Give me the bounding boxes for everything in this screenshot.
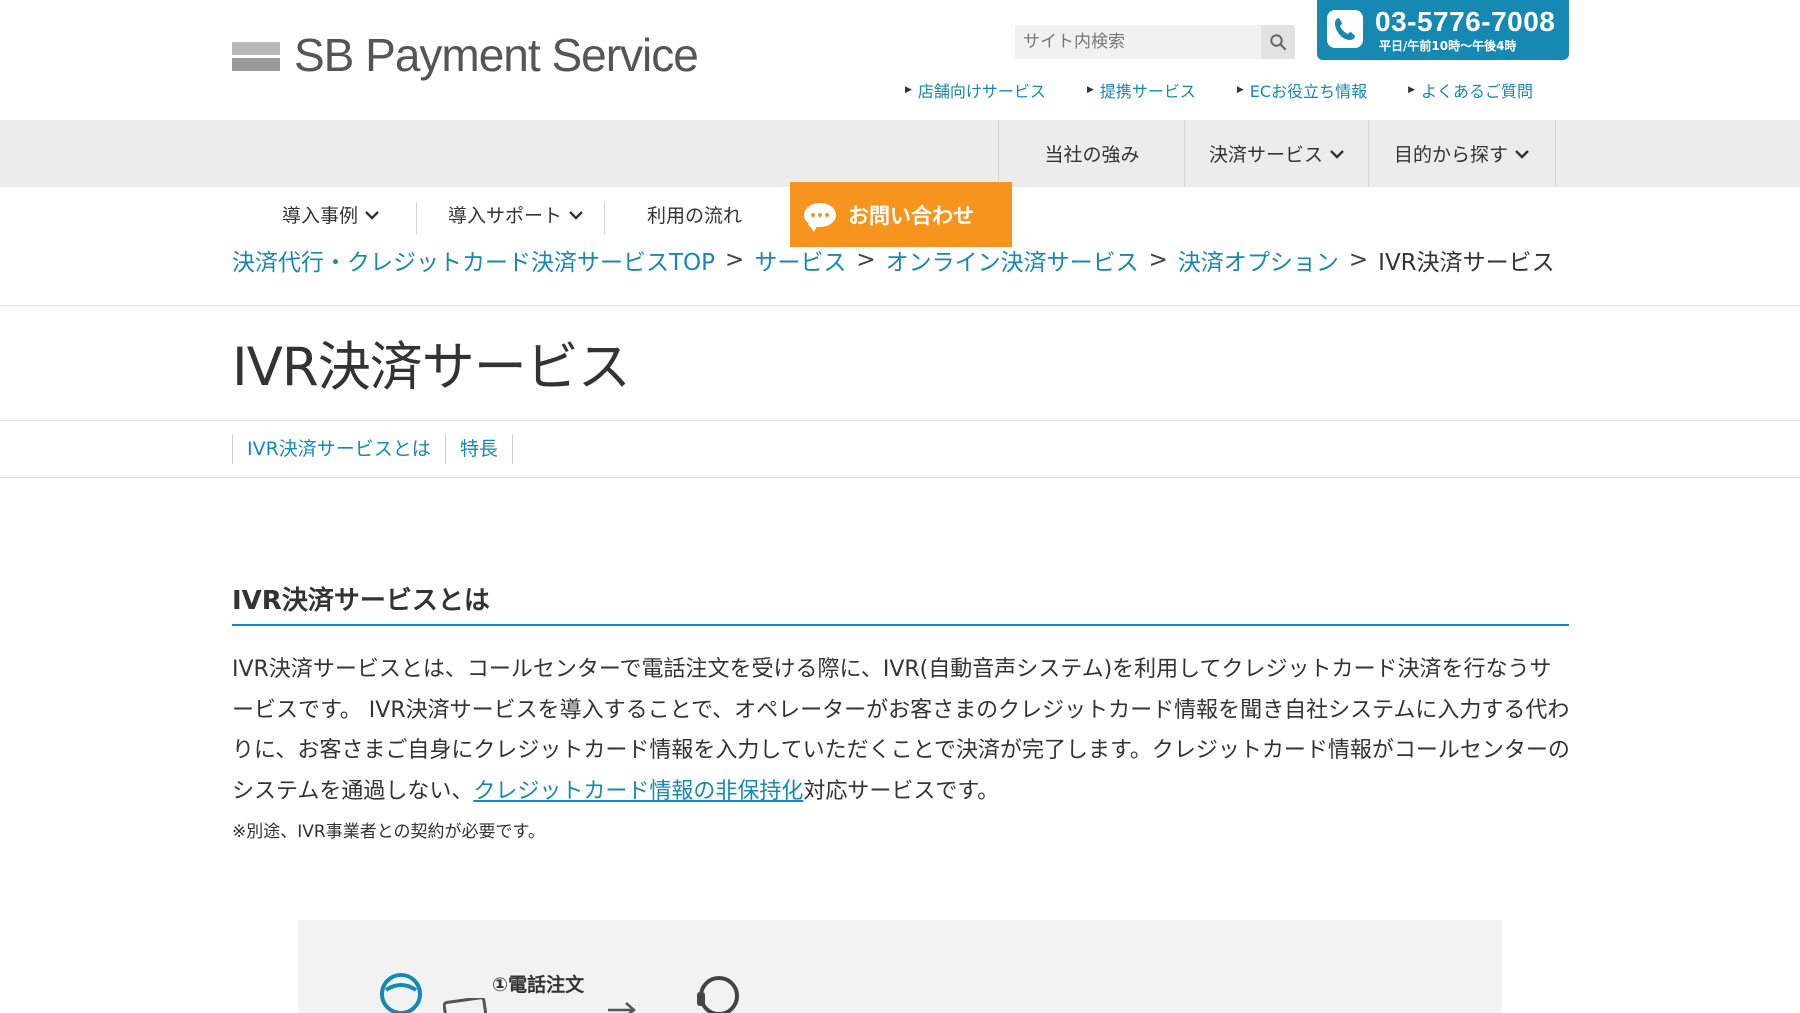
breadcrumb-link-online-payment[interactable]: オンライン決済サービス	[886, 243, 1139, 277]
breadcrumb-current: IVR決済サービス	[1378, 250, 1555, 276]
breadcrumb-separator: >	[1148, 247, 1168, 273]
chevron-down-icon	[569, 210, 583, 220]
sublink-partner-services[interactable]: ▶ 提携サービス	[1087, 78, 1196, 102]
page-title: IVR決済サービス	[232, 337, 631, 398]
nav-usage-flow[interactable]: 利用の流れ	[647, 187, 742, 242]
phone-contact-banner[interactable]: 03-5776-7008 平日/午前10時～午後4時	[1317, 0, 1569, 60]
anchor-link-features[interactable]: 特長	[444, 434, 513, 464]
divider	[0, 477, 1800, 478]
triangle-bullet-icon: ▶	[1086, 85, 1094, 95]
chevron-down-icon	[1330, 149, 1344, 159]
link-non-retention[interactable]: クレジットカード情報の非保持化	[473, 779, 803, 804]
header-sublinks: ▶ 店舗向けサービス ▶ 提携サービス ▶ ECお役立ち情報 ▶ よくあるご質問	[905, 78, 1533, 102]
site-logo[interactable]: SB Payment Service	[232, 29, 699, 81]
search-icon	[1270, 34, 1287, 51]
breadcrumb-separator: >	[1348, 247, 1369, 273]
section-body-text: IVR決済サービスとは、コールセンターで電話注文を受ける際に、IVR(自動音声シ…	[232, 650, 1572, 812]
divider	[0, 420, 1800, 421]
diagram-step1-label: ①電話注文	[492, 974, 585, 996]
sublink-ec-info[interactable]: ▶ ECお役立ち情報	[1237, 78, 1367, 102]
chevron-down-icon	[365, 210, 379, 220]
chat-bubble-icon	[804, 202, 836, 232]
ivr-flow-diagram: ①電話注文	[298, 920, 1502, 1013]
nav-implementation-support[interactable]: 導入サポート	[448, 187, 584, 242]
phone-number: 03-5776-7008	[1375, 6, 1556, 37]
breadcrumb-link-top[interactable]: 決済代行・クレジットカード決済サービスTOP	[232, 243, 715, 277]
nav-strengths[interactable]: 当社の強み	[998, 120, 1185, 187]
arrow-right-icon	[608, 1002, 636, 1013]
nav-divider	[604, 202, 605, 234]
sublink-store-services[interactable]: ▶ 店舗向けサービス	[905, 78, 1046, 102]
logo-text: SB Payment Service	[294, 29, 699, 81]
search-input[interactable]	[1015, 25, 1255, 59]
nav-payment-services[interactable]: 決済サービス	[1184, 120, 1369, 187]
contact-button[interactable]: お問い合わせ	[790, 182, 1012, 247]
main-nav: 当社の強み 決済サービス 目的から探す	[0, 120, 1800, 187]
site-search	[1015, 25, 1295, 59]
anchor-nav: IVR決済サービスとは 特長	[232, 434, 513, 464]
chevron-down-icon	[1515, 149, 1529, 159]
phone-card-icon	[443, 998, 487, 1013]
breadcrumb-link-payment-options[interactable]: 決済オプション	[1178, 243, 1339, 277]
operator-headset-icon	[697, 976, 739, 1013]
nav-divider	[416, 202, 417, 234]
breadcrumb-separator: >	[725, 247, 745, 273]
breadcrumb: 決済代行・クレジットカード決済サービスTOP > サービス > オンライン決済サ…	[232, 243, 1555, 277]
triangle-bullet-icon: ▶	[905, 85, 912, 95]
section-body-text-part: 対応サービスです。	[803, 778, 1000, 804]
logo-mark-icon	[232, 36, 280, 74]
breadcrumb-separator: >	[856, 247, 876, 273]
section-title: IVR決済サービスとは	[232, 586, 490, 616]
nav-find-by-purpose[interactable]: 目的から探す	[1368, 120, 1556, 187]
nav-case-studies[interactable]: 導入事例	[282, 187, 380, 242]
customer-icon	[380, 973, 422, 1013]
triangle-bullet-icon: ▶	[1236, 85, 1244, 95]
breadcrumb-link-services[interactable]: サービス	[754, 243, 846, 277]
section-title-underline	[232, 624, 1569, 626]
triangle-bullet-icon: ▶	[1408, 85, 1416, 95]
divider	[0, 305, 1800, 306]
sublink-faq[interactable]: ▶ よくあるご質問	[1408, 78, 1533, 102]
site-header: SB Payment Service 03-5776-7008 平日/午前10時…	[0, 0, 1800, 120]
search-button[interactable]	[1261, 25, 1295, 59]
section-note: ※別途、IVR事業者との契約が必要です。	[232, 822, 545, 842]
phone-icon	[1327, 10, 1363, 48]
phone-hours: 平日/午前10時～午後4時	[1379, 39, 1517, 53]
anchor-link-about[interactable]: IVR決済サービスとは	[232, 434, 445, 464]
